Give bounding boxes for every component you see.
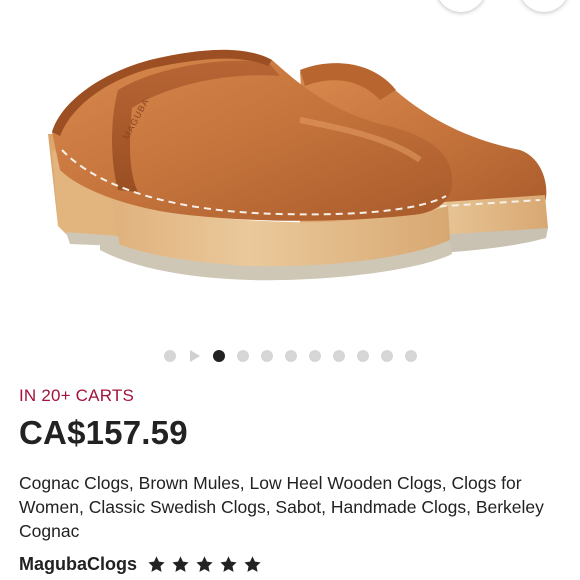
star-icon <box>147 555 166 574</box>
star-icon <box>195 555 214 574</box>
carousel-dot[interactable] <box>404 350 417 362</box>
star-icon <box>243 555 262 574</box>
carousel-dot[interactable] <box>380 350 393 362</box>
carousel-dot[interactable] <box>284 350 297 362</box>
carousel-dot[interactable] <box>332 350 345 362</box>
shop-row[interactable]: MagubaClogs <box>19 551 262 577</box>
star-icon <box>171 555 190 574</box>
product-image[interactable]: MAGUBA <box>0 0 580 335</box>
carousel-dot[interactable] <box>163 350 176 362</box>
clogs-photo: MAGUBA <box>48 49 548 281</box>
carousel-indicator <box>0 348 580 364</box>
shop-name-link[interactable]: MagubaClogs <box>19 554 137 575</box>
carousel-dot[interactable] <box>308 350 321 362</box>
carts-badge: IN 20+ CARTS <box>19 386 134 405</box>
price: CA$157.59 <box>19 414 188 451</box>
video-play-icon[interactable] <box>189 350 200 362</box>
carousel-dot-active[interactable] <box>212 350 225 362</box>
star-icon <box>219 555 238 574</box>
listing-page: MAGUBA IN 20+ CARTS CA$157.59 Cognac Clo… <box>0 0 580 580</box>
carousel-dot[interactable] <box>236 350 249 362</box>
carousel-dot[interactable] <box>356 350 369 362</box>
carousel-dot[interactable] <box>260 350 273 362</box>
front-clog: MAGUBA <box>48 49 453 281</box>
rating-stars[interactable] <box>147 555 262 574</box>
listing-title: Cognac Clogs, Brown Mules, Low Heel Wood… <box>19 473 544 541</box>
